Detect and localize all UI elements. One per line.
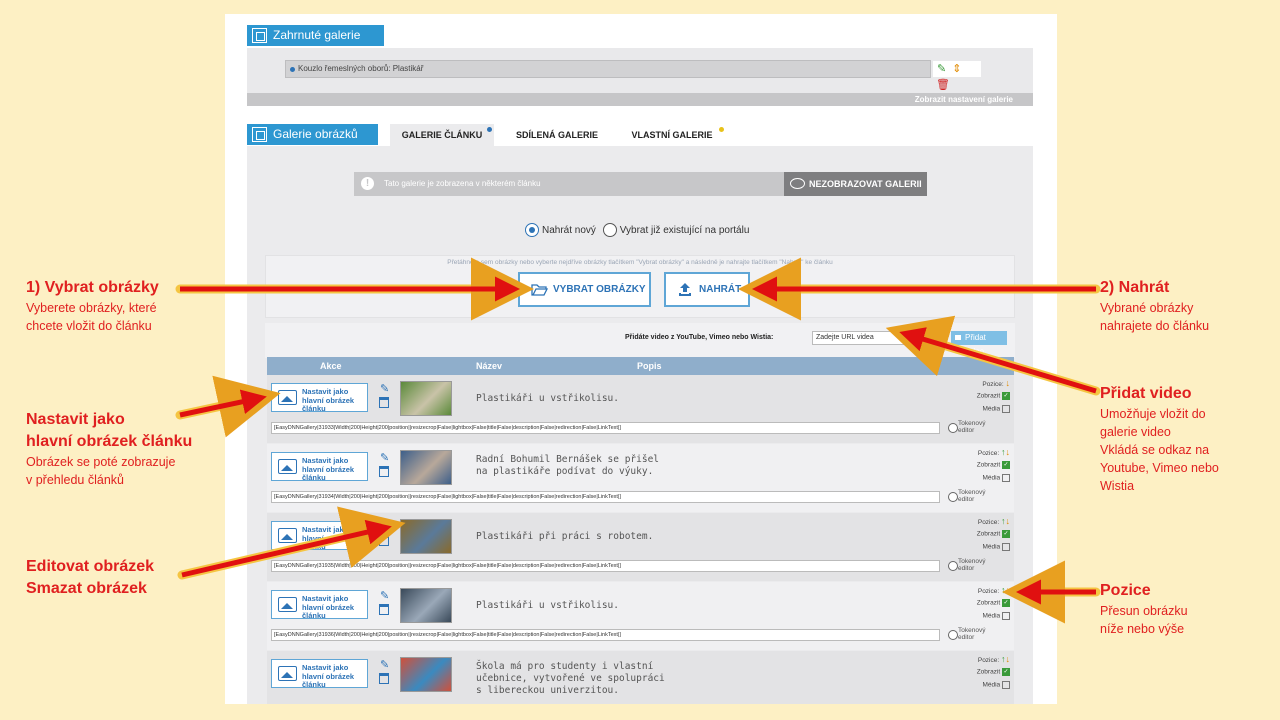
annotation-arrows — [175, 257, 1101, 624]
arrow-main-image — [175, 375, 281, 438]
arrow-video — [885, 315, 1101, 396]
arrow-edit-delete — [177, 506, 406, 580]
